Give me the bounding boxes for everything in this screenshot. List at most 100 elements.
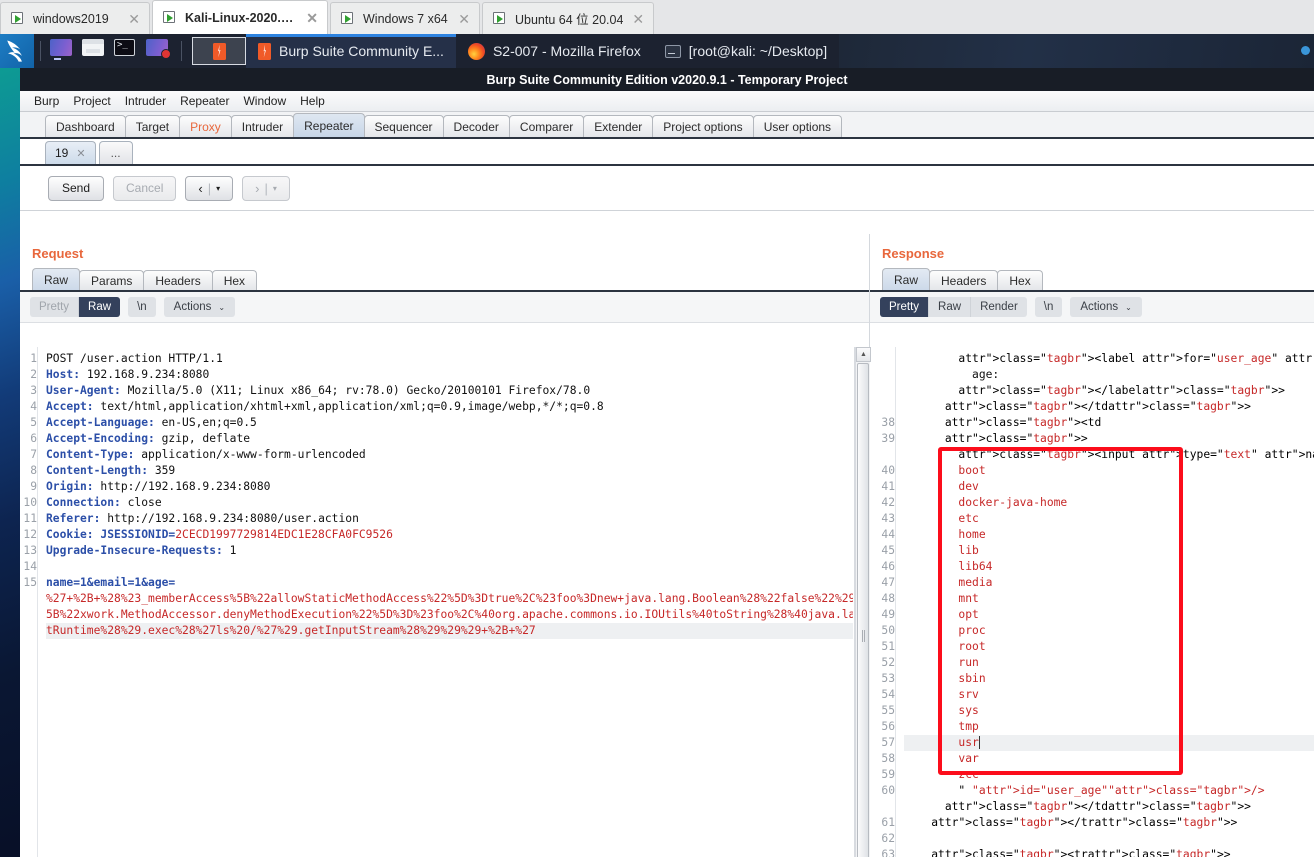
- vmware-tab-0[interactable]: windows2019 ✕: [0, 2, 150, 34]
- file-manager-icon[interactable]: [82, 39, 108, 63]
- close-icon[interactable]: ✕: [304, 11, 320, 25]
- request-view-mode-segment: Pretty Raw: [30, 297, 121, 317]
- response-raw-button[interactable]: Raw: [929, 297, 972, 317]
- response-line: opt: [904, 608, 979, 621]
- tab-extender[interactable]: Extender: [583, 115, 654, 137]
- line-number: [870, 383, 895, 399]
- response-render-button[interactable]: Render: [971, 297, 1027, 317]
- response-line: etc: [904, 512, 979, 525]
- tab-intruder[interactable]: Intruder: [230, 115, 295, 137]
- request-code-content[interactable]: POST /user.action HTTP/1.1 Host: 192.168.…: [39, 347, 853, 857]
- chevron-down-icon: ▾: [272, 183, 277, 193]
- close-icon[interactable]: ✕: [126, 12, 142, 26]
- request-tab-hex[interactable]: Hex: [211, 270, 258, 290]
- close-icon[interactable]: ✕: [456, 12, 472, 26]
- request-line: Connection: close: [46, 496, 162, 509]
- virtual-machine-icon: [493, 11, 508, 26]
- response-line: lib64: [904, 560, 993, 573]
- tab-proxy[interactable]: Proxy: [179, 115, 232, 137]
- request-pretty-button[interactable]: Pretty: [30, 297, 80, 317]
- response-line: boot: [904, 464, 986, 477]
- response-line-numbers: 38 39 40 41 42 43 44 45 46 47 48 49 50 51 52 53 54 55 56 57…: [870, 347, 896, 857]
- request-tab-params[interactable]: Params: [79, 270, 145, 290]
- response-actions-label: Actions: [1080, 301, 1119, 313]
- send-button[interactable]: Send: [48, 175, 104, 201]
- taskbar-window-firefox[interactable]: S2-007 - Mozilla Firefox: [456, 34, 653, 68]
- repeater-action-bar: Send Cancel ‹ | ▾ › | ▾: [20, 166, 1314, 211]
- tab-sequencer[interactable]: Sequencer: [363, 115, 444, 137]
- menu-item-burp[interactable]: Burp: [34, 94, 59, 108]
- taskbar-divider-1: [40, 41, 41, 61]
- tab-target[interactable]: Target: [124, 115, 181, 137]
- vmware-tab-label: windows2019: [33, 11, 109, 26]
- taskbar-window-label: Burp Suite Community E...: [279, 43, 444, 59]
- menu-item-project[interactable]: Project: [73, 94, 110, 108]
- tab-label: Hex: [223, 273, 246, 288]
- response-tab-hex[interactable]: Hex: [997, 270, 1043, 290]
- response-tab-raw[interactable]: Raw: [882, 268, 931, 290]
- menu-item-repeater[interactable]: Repeater: [180, 94, 229, 108]
- taskbar-window-label: [root@kali: ~/Desktop]: [688, 43, 828, 59]
- terminal-launcher-icon[interactable]: [114, 39, 140, 63]
- menu-item-window[interactable]: Window: [243, 94, 286, 108]
- response-panel-title: Response: [882, 246, 945, 261]
- response-scrollbar[interactable]: ▲ ▼: [855, 347, 871, 857]
- go-back-button[interactable]: ‹ | ▾: [185, 175, 234, 201]
- response-tab-headers[interactable]: Headers: [929, 270, 999, 290]
- line-number: 43: [881, 512, 895, 525]
- tab-project-options[interactable]: Project options: [652, 115, 754, 137]
- taskbar-window-terminal[interactable]: [root@kali: ~/Desktop]: [653, 34, 839, 68]
- tab-user-options[interactable]: User options: [752, 115, 843, 137]
- request-tab-headers[interactable]: Headers: [143, 270, 213, 290]
- line-number: 53: [881, 672, 895, 685]
- request-line: Accept-Language: en-US,en;q=0.5: [46, 416, 257, 429]
- vmware-tab-3[interactable]: Ubuntu 64 位 20.04 ✕: [482, 2, 655, 34]
- response-line: [904, 831, 1314, 847]
- line-number: 14: [23, 560, 37, 573]
- request-raw-button[interactable]: Raw: [79, 297, 121, 317]
- request-actions-button[interactable]: Actions ⌄: [163, 297, 236, 317]
- taskbar-active-app-burp[interactable]: [192, 37, 246, 65]
- tab-dashboard[interactable]: Dashboard: [45, 115, 126, 137]
- line-number: 15: [23, 576, 37, 589]
- repeater-tab-more[interactable]: ...: [98, 141, 133, 164]
- line-number: 63: [881, 848, 895, 857]
- kali-dragon-icon[interactable]: [0, 34, 34, 68]
- response-newline-button[interactable]: \n: [1034, 297, 1063, 317]
- repeater-tab-19[interactable]: 19 ✕: [45, 141, 96, 164]
- vmware-tab-1[interactable]: Kali-Linux-2020.4-vmware-a... ✕: [152, 0, 328, 34]
- scroll-up-icon[interactable]: ▲: [856, 347, 871, 362]
- go-forward-button: › | ▾: [242, 175, 290, 201]
- files-launcher-icon[interactable]: [50, 39, 76, 63]
- request-panel: Request Raw Params Headers Hex Pretty Raw \…: [20, 234, 870, 857]
- request-line: POST /user.action HTTP/1.1: [46, 352, 223, 365]
- response-actions-button[interactable]: Actions ⌄: [1070, 297, 1142, 317]
- request-toolbar: Pretty Raw \n Actions ⌄: [20, 292, 869, 323]
- taskbar-empty-area: [839, 34, 1314, 68]
- request-tab-raw[interactable]: Raw: [32, 268, 81, 290]
- line-number: 51: [881, 640, 895, 653]
- tab-comparer[interactable]: Comparer: [508, 115, 585, 137]
- close-icon[interactable]: ✕: [76, 147, 85, 160]
- response-line: mnt: [904, 592, 979, 605]
- scrollbar-thumb[interactable]: [857, 363, 869, 857]
- vmware-tab-label: Ubuntu 64 位 20.04: [515, 13, 624, 27]
- line-number: 50: [881, 624, 895, 637]
- tab-decoder[interactable]: Decoder: [442, 115, 510, 137]
- forward-arrow-icon: ›: [255, 180, 260, 196]
- response-pretty-button[interactable]: Pretty: [880, 297, 930, 317]
- request-newline-button[interactable]: \n: [128, 297, 156, 317]
- menu-item-help[interactable]: Help: [300, 94, 325, 108]
- taskbar-window-burp[interactable]: Burp Suite Community E...: [246, 34, 456, 68]
- screen-recorder-icon[interactable]: [146, 39, 172, 63]
- line-number: [870, 399, 895, 415]
- close-icon[interactable]: ✕: [630, 12, 646, 26]
- menu-item-intruder[interactable]: Intruder: [125, 94, 166, 108]
- response-code-content[interactable]: attr">class="tagbr"><label attr">for="us…: [897, 347, 1314, 857]
- line-number: 10: [23, 496, 37, 509]
- tab-repeater[interactable]: Repeater: [293, 113, 365, 137]
- response-editor[interactable]: 38 39 40 41 42 43 44 45 46 47 48 49 50 51 52 53 54 55 56 57…: [870, 347, 1314, 857]
- request-editor[interactable]: 1 2 3 4 5 6 7 8 9 10 11 12 13 14 15 POST /user.action …: [20, 347, 869, 857]
- response-line: zcc: [904, 768, 979, 781]
- vmware-tab-2[interactable]: Windows 7 x64 ✕: [330, 2, 480, 34]
